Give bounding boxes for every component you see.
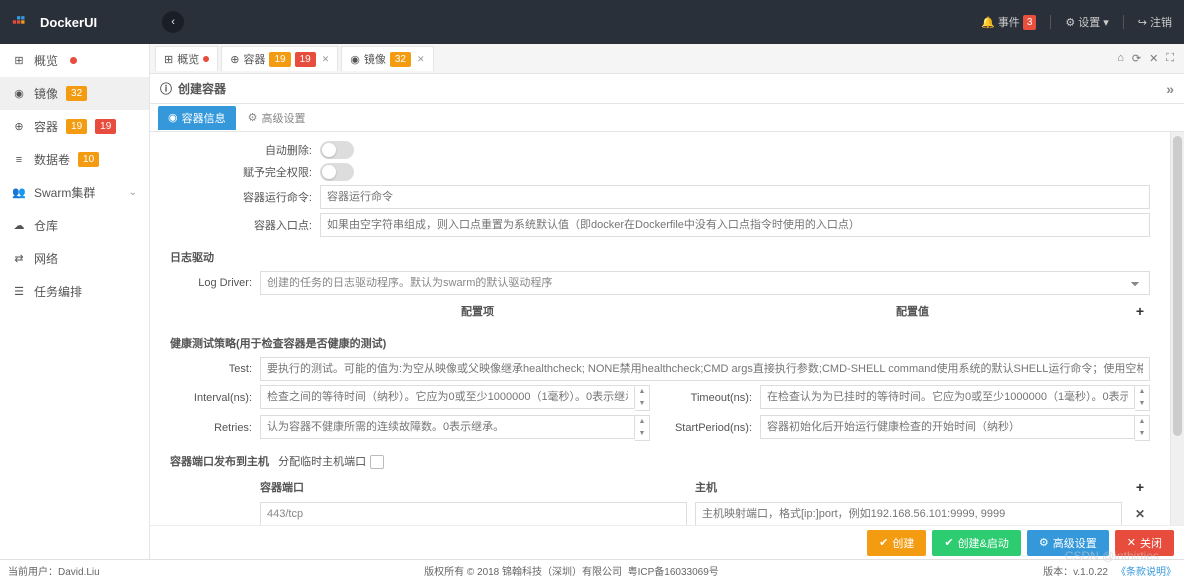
startperiod-input[interactable] — [760, 415, 1135, 439]
test-input[interactable] — [260, 357, 1150, 381]
host-port-1[interactable] — [695, 502, 1122, 525]
network-icon: ⇄ — [12, 252, 26, 266]
subtab-info[interactable]: ◉容器信息 — [158, 106, 236, 130]
auto-remove-switch[interactable] — [320, 141, 354, 159]
refresh-button[interactable]: ⟳ — [1132, 52, 1141, 65]
entrypoint-input[interactable] — [320, 213, 1150, 237]
timeout-input[interactable] — [760, 385, 1135, 409]
collapse-toggle[interactable]: » — [1166, 81, 1174, 97]
task-icon: ☰ — [12, 285, 26, 299]
info-icon: ⓘ — [160, 80, 172, 97]
close-all-button[interactable]: ✕ — [1149, 52, 1158, 65]
retries-spinner[interactable]: ▲▼ — [635, 415, 650, 441]
random-port-checkbox[interactable] — [370, 455, 384, 469]
volume-icon: ≡ — [12, 153, 26, 167]
tabbar: ⊞概览 ⊕容器1919✕ ◉镜像32✕ ⌂ ⟳ ✕ ⛶ — [150, 44, 1184, 74]
add-option-button[interactable]: + — [1130, 303, 1150, 319]
create-run-button[interactable]: ✔ 创建&启动 — [932, 530, 1021, 556]
startperiod-spinner[interactable]: ▲▼ — [1135, 415, 1150, 441]
gear-icon: ⚙ — [248, 111, 258, 124]
container-icon: ⊕ — [230, 53, 239, 66]
form-content: 自动删除: 赋予完全权限: 容器运行命令: 容器入口点: 日志驱动 Log Dr… — [150, 132, 1170, 525]
privileged-switch[interactable] — [320, 163, 354, 181]
registry-icon: ☁ — [12, 219, 26, 233]
fullscreen-button[interactable]: ⛶ — [1166, 52, 1174, 65]
interval-spinner[interactable]: ▲▼ — [635, 385, 650, 411]
sidebar-item-swarm[interactable]: 👥Swarm集群⌄ — [0, 176, 149, 209]
interval-input[interactable] — [260, 385, 635, 409]
retries-input[interactable] — [260, 415, 635, 439]
logout-link[interactable]: ↪ 注销 — [1138, 14, 1172, 30]
advanced-button[interactable]: ⚙ 高级设置 — [1027, 530, 1109, 556]
ports-section-title: 容器端口发布到主机 分配临时主机端口 — [170, 453, 1150, 469]
health-section-title: 健康测试策略(用于检查容器是否健康的测试) — [170, 335, 1150, 351]
image-icon: ◉ — [350, 53, 360, 66]
tab-overview[interactable]: ⊞概览 — [155, 46, 218, 71]
tab-images[interactable]: ◉镜像32✕ — [341, 46, 433, 71]
page-title: 创建容器 — [178, 80, 226, 97]
tab-containers[interactable]: ⊕容器1919✕ — [221, 46, 338, 71]
image-icon: ◉ — [12, 87, 26, 101]
chevron-down-icon: ⌄ — [129, 187, 137, 198]
grid-icon: ⊞ — [164, 53, 173, 66]
home-button[interactable]: ⌂ — [1117, 52, 1124, 65]
action-bar: ✔ 创建 ✔ 创建&启动 ⚙ 高级设置 ✕ 关闭 — [150, 525, 1184, 559]
info-icon: ◉ — [168, 111, 178, 124]
sidebar-toggle-button[interactable]: ‹ — [162, 11, 184, 33]
sidebar-item-registry[interactable]: ☁仓库 — [0, 209, 149, 242]
footer-right: 版本：v.1.0.22《条款说明》 — [1043, 563, 1176, 578]
sidebar-item-volumes[interactable]: ≡数据卷10 — [0, 143, 149, 176]
brand: DockerUI — [40, 15, 97, 30]
settings-link[interactable]: ⚙ 设置 ▾ — [1065, 14, 1108, 30]
close-icon[interactable]: ✕ — [417, 54, 425, 65]
container-icon: ⊕ — [12, 120, 26, 134]
copyright: 版权所有 © 2018 锦翰科技（深圳）有限公司 粤ICP备16033069号 — [424, 563, 719, 578]
grid-icon: ⊞ — [12, 54, 26, 68]
header-actions: 🔔 事件 3 ⚙ 设置 ▾ ↪ 注销 — [981, 14, 1172, 30]
topbar: DockerUI ‹ 🔔 事件 3 ⚙ 设置 ▾ ↪ 注销 — [0, 0, 1184, 44]
add-port-button[interactable]: + — [1130, 479, 1150, 495]
events-link[interactable]: 🔔 事件 3 — [981, 14, 1036, 30]
container-port-1[interactable] — [260, 502, 687, 525]
sidebar-item-overview[interactable]: ⊞概览 — [0, 44, 149, 77]
sidebar-item-tasks[interactable]: ☰任务编排 — [0, 275, 149, 308]
close-button[interactable]: ✕ 关闭 — [1115, 530, 1174, 556]
remove-port-1[interactable]: ✕ — [1130, 507, 1150, 521]
docker-logo-icon — [12, 13, 32, 31]
log-section-title: 日志驱动 — [170, 249, 1150, 265]
sidebar: ⊞概览 ◉镜像32 ⊕容器1919 ≡数据卷10 👥Swarm集群⌄ ☁仓库 ⇄… — [0, 44, 150, 559]
sidebar-item-network[interactable]: ⇄网络 — [0, 242, 149, 275]
page-titlebar: ⓘ 创建容器 » — [150, 74, 1184, 104]
scrollbar[interactable] — [1170, 132, 1184, 525]
swarm-icon: 👥 — [12, 186, 26, 200]
subtab-advanced[interactable]: ⚙高级设置 — [238, 106, 316, 130]
sidebar-item-images[interactable]: ◉镜像32 — [0, 77, 149, 110]
footer: 当前用户：David.Liu 版权所有 © 2018 锦翰科技（深圳）有限公司 … — [0, 559, 1184, 581]
log-driver-select[interactable]: 创建的任务的日志驱动程序。默认为swarm的默认驱动程序 — [260, 271, 1150, 295]
run-cmd-input[interactable] — [320, 185, 1150, 209]
main: ⊞概览 ⊕容器1919✕ ◉镜像32✕ ⌂ ⟳ ✕ ⛶ ⓘ 创建容器 » ◉容器… — [150, 44, 1184, 559]
sidebar-item-containers[interactable]: ⊕容器1919 — [0, 110, 149, 143]
subtabs: ◉容器信息 ⚙高级设置 — [150, 104, 1184, 132]
close-icon[interactable]: ✕ — [322, 54, 330, 65]
timeout-spinner[interactable]: ▲▼ — [1135, 385, 1150, 411]
create-button[interactable]: ✔ 创建 — [867, 530, 926, 556]
user-label: 当前用户：David.Liu — [8, 563, 100, 578]
